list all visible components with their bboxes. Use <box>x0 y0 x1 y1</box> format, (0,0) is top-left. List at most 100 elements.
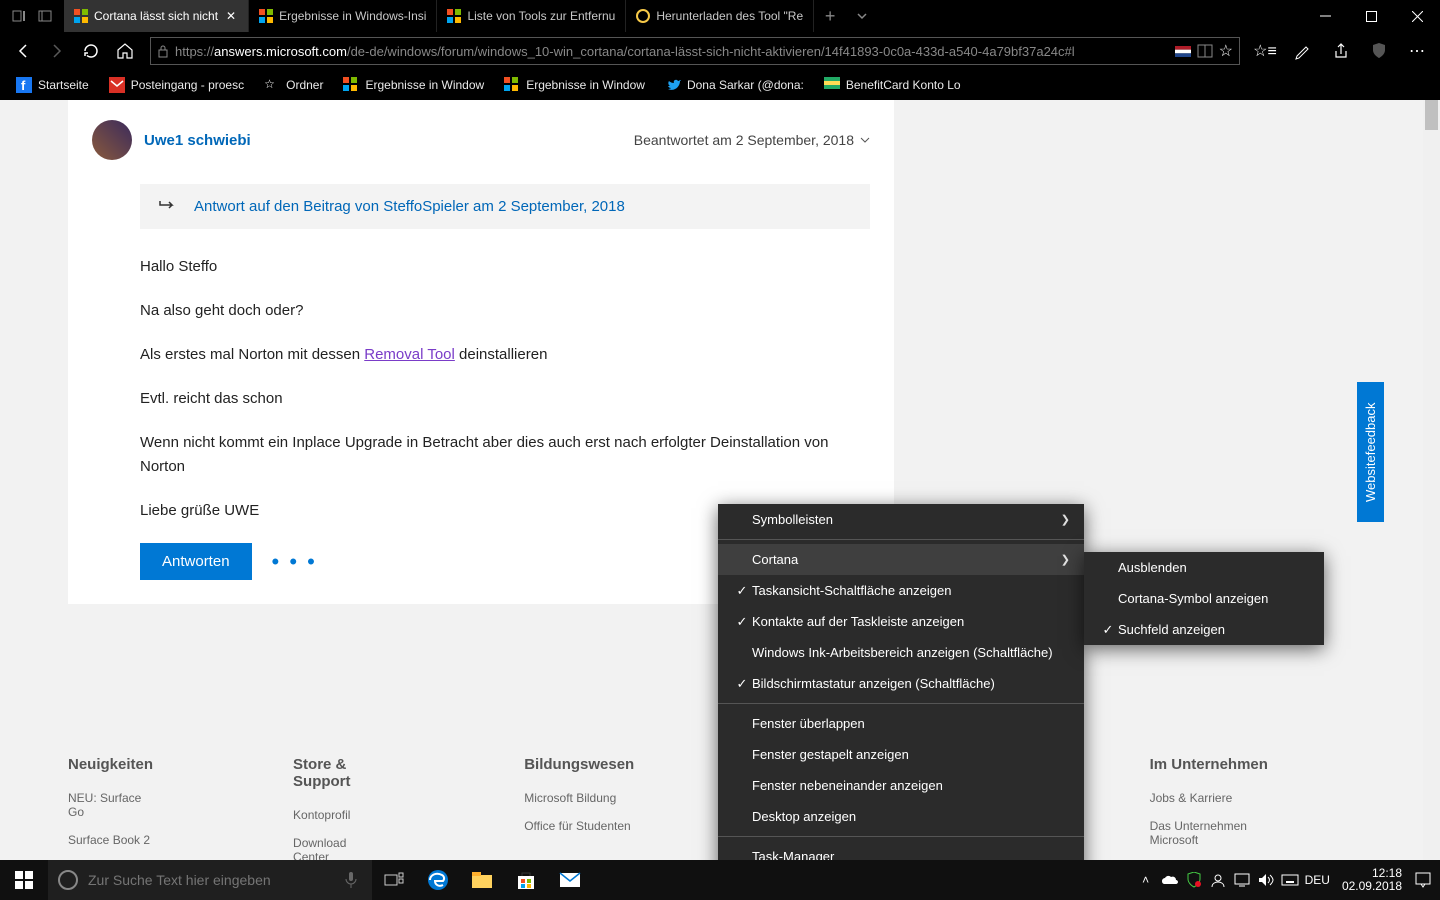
lang-indicator[interactable]: DEU <box>1305 873 1330 887</box>
tab-liste[interactable]: Liste von Tools zur Entfernu <box>437 0 626 32</box>
fav-ordner[interactable]: ☆Ordner <box>256 72 331 98</box>
people-icon[interactable] <box>1209 871 1227 889</box>
footer-link[interactable]: Microsoft Bildung <box>524 791 634 805</box>
favorites-bar-icon[interactable]: ☆≡ <box>1248 34 1282 68</box>
refresh-button[interactable] <box>74 34 108 68</box>
favicon-win <box>447 9 461 23</box>
footer-link[interactable]: Jobs & Karriere <box>1150 791 1268 805</box>
menu-item[interactable]: Fenster überlappen <box>718 708 1084 739</box>
reading-view-icon[interactable] <box>1197 44 1213 58</box>
notes-icon[interactable] <box>1286 34 1320 68</box>
menu-item[interactable]: Desktop anzeigen <box>718 801 1084 832</box>
minimize-button[interactable] <box>1302 0 1348 32</box>
fav-dona[interactable]: Dona Sarkar (@dona: <box>657 72 812 98</box>
clock[interactable]: 12:1802.09.2018 <box>1342 867 1402 893</box>
footer-link[interactable]: Office für Studenten <box>524 819 634 833</box>
fav-benefit[interactable]: BenefitCard Konto Lo <box>816 72 969 98</box>
cortana-ring-icon <box>58 870 78 890</box>
security-icon[interactable] <box>1185 871 1203 889</box>
search-input[interactable] <box>88 872 334 888</box>
lock-icon <box>157 44 169 58</box>
browser-tabs: Cortana lässt sich nicht ✕ Ergebnisse in… <box>64 0 878 32</box>
menu-item[interactable]: Symbolleisten❯ <box>718 504 1084 535</box>
close-window-button[interactable] <box>1394 0 1440 32</box>
action-center-icon[interactable] <box>1414 871 1432 889</box>
avatar[interactable] <box>92 120 132 160</box>
reply-button[interactable]: Antworten <box>140 543 252 580</box>
reply-to-link[interactable]: Antwort auf den Beitrag von SteffoSpiele… <box>194 198 625 215</box>
fav-startseite[interactable]: fStartseite <box>8 72 97 98</box>
start-button[interactable] <box>0 860 48 900</box>
titlebar: Cortana lässt sich nicht ✕ Ergebnisse in… <box>0 0 1440 32</box>
tray-chevron-icon[interactable]: ˄ <box>1137 871 1155 889</box>
fav-ergebnisse1[interactable]: Ergebnisse in Window <box>335 72 492 98</box>
svg-text:f: f <box>21 78 26 93</box>
menu-item[interactable]: Task-Manager <box>718 841 1084 860</box>
menu-item[interactable]: Cortana❯ <box>718 544 1084 575</box>
post-more-button[interactable]: • • • <box>272 549 317 575</box>
menu-item[interactable]: Windows Ink-Arbeitsbereich anzeigen (Sch… <box>718 637 1084 668</box>
author-name[interactable]: Uwe1 schwiebi <box>144 132 251 149</box>
post-body: Hallo Steffo Na also geht doch oder? Als… <box>140 255 870 523</box>
keyboard-icon[interactable] <box>1281 871 1299 889</box>
tab-cortana[interactable]: Cortana lässt sich nicht ✕ <box>64 0 249 32</box>
footer-link[interactable]: NEU: Surface Go <box>68 791 153 819</box>
feedback-tab[interactable]: Websitefeedback <box>1357 382 1384 522</box>
mail-task-icon[interactable] <box>548 860 592 900</box>
forward-button[interactable] <box>40 34 74 68</box>
onedrive-icon[interactable] <box>1161 871 1179 889</box>
footer-link[interactable]: Surface Book 2 <box>68 833 153 847</box>
footer-link[interactable]: Das Unternehmen Microsoft <box>1150 819 1268 847</box>
navbar: https://answers.microsoft.com/de-de/wind… <box>0 32 1440 70</box>
edge-task-icon[interactable] <box>416 860 460 900</box>
favicon-win <box>259 9 273 23</box>
maximize-button[interactable] <box>1348 0 1394 32</box>
back-button[interactable] <box>6 34 40 68</box>
page-footer: NeuigkeitenNEU: Surface GoSurface Book 2… <box>68 756 1268 860</box>
page-scrollbar[interactable] <box>1423 100 1440 860</box>
mic-icon[interactable] <box>344 871 362 889</box>
tab-label: Cortana lässt sich nicht <box>94 9 218 23</box>
gmail-icon <box>109 77 125 93</box>
tab-ergebnisse[interactable]: Ergebnisse in Windows-Insi <box>249 0 437 32</box>
new-tab-button[interactable]: + <box>814 0 846 32</box>
tabs-aside-icon[interactable] <box>36 7 54 25</box>
close-tab-icon[interactable]: ✕ <box>224 9 238 23</box>
tab-herunterladen[interactable]: Herunterladen des Tool "Re <box>626 0 814 32</box>
address-bar[interactable]: https://answers.microsoft.com/de-de/wind… <box>150 37 1240 65</box>
facebook-icon: f <box>16 77 32 93</box>
menu-item[interactable]: Fenster gestapelt anzeigen <box>718 739 1084 770</box>
store-task-icon[interactable] <box>504 860 548 900</box>
menu-item[interactable]: ✓Taskansicht-Schaltfläche anzeigen <box>718 575 1084 606</box>
footer-link[interactable]: Kontoprofil <box>293 808 384 822</box>
favorite-star-icon[interactable]: ☆ <box>1219 41 1233 61</box>
footer-link[interactable]: Download Center <box>293 836 384 860</box>
network-icon[interactable] <box>1233 871 1251 889</box>
search-box[interactable] <box>48 860 372 900</box>
menu-item[interactable]: Fenster nebeneinander anzeigen <box>718 770 1084 801</box>
home-button[interactable] <box>108 34 142 68</box>
task-view-button[interactable] <box>372 860 416 900</box>
expand-tabs-icon[interactable] <box>846 0 878 32</box>
menu-item[interactable]: ✓Kontakte auf der Taskleiste anzeigen <box>718 606 1084 637</box>
menu-item[interactable]: ✓Suchfeld anzeigen <box>1084 614 1324 645</box>
system-tray: ˄ DEU 12:1802.09.2018 <box>1137 867 1440 893</box>
tab-label: Liste von Tools zur Entfernu <box>467 9 615 23</box>
scroll-thumb[interactable] <box>1425 100 1438 130</box>
volume-icon[interactable] <box>1257 871 1275 889</box>
tab-aside-icon[interactable] <box>10 7 28 25</box>
menu-item[interactable]: Cortana-Symbol anzeigen <box>1084 583 1324 614</box>
more-icon[interactable]: ⋯ <box>1400 34 1434 68</box>
menu-item[interactable]: Ausblenden <box>1084 552 1324 583</box>
taskbar: ˄ DEU 12:1802.09.2018 <box>0 860 1440 900</box>
in-reply-to: Antwort auf den Beitrag von SteffoSpiele… <box>140 184 870 229</box>
removal-tool-link[interactable]: Removal Tool <box>364 346 455 363</box>
fav-posteingang[interactable]: Posteingang - proesc <box>101 72 252 98</box>
explorer-task-icon[interactable] <box>460 860 504 900</box>
url-text: https://answers.microsoft.com/de-de/wind… <box>175 44 1075 59</box>
flag-nl-icon <box>1175 46 1191 57</box>
fav-ergebnisse2[interactable]: Ergebnisse in Window <box>496 72 653 98</box>
menu-item[interactable]: ✓Bildschirmtastatur anzeigen (Schaltfläc… <box>718 668 1084 699</box>
shield-icon[interactable] <box>1362 34 1396 68</box>
share-icon[interactable] <box>1324 34 1358 68</box>
